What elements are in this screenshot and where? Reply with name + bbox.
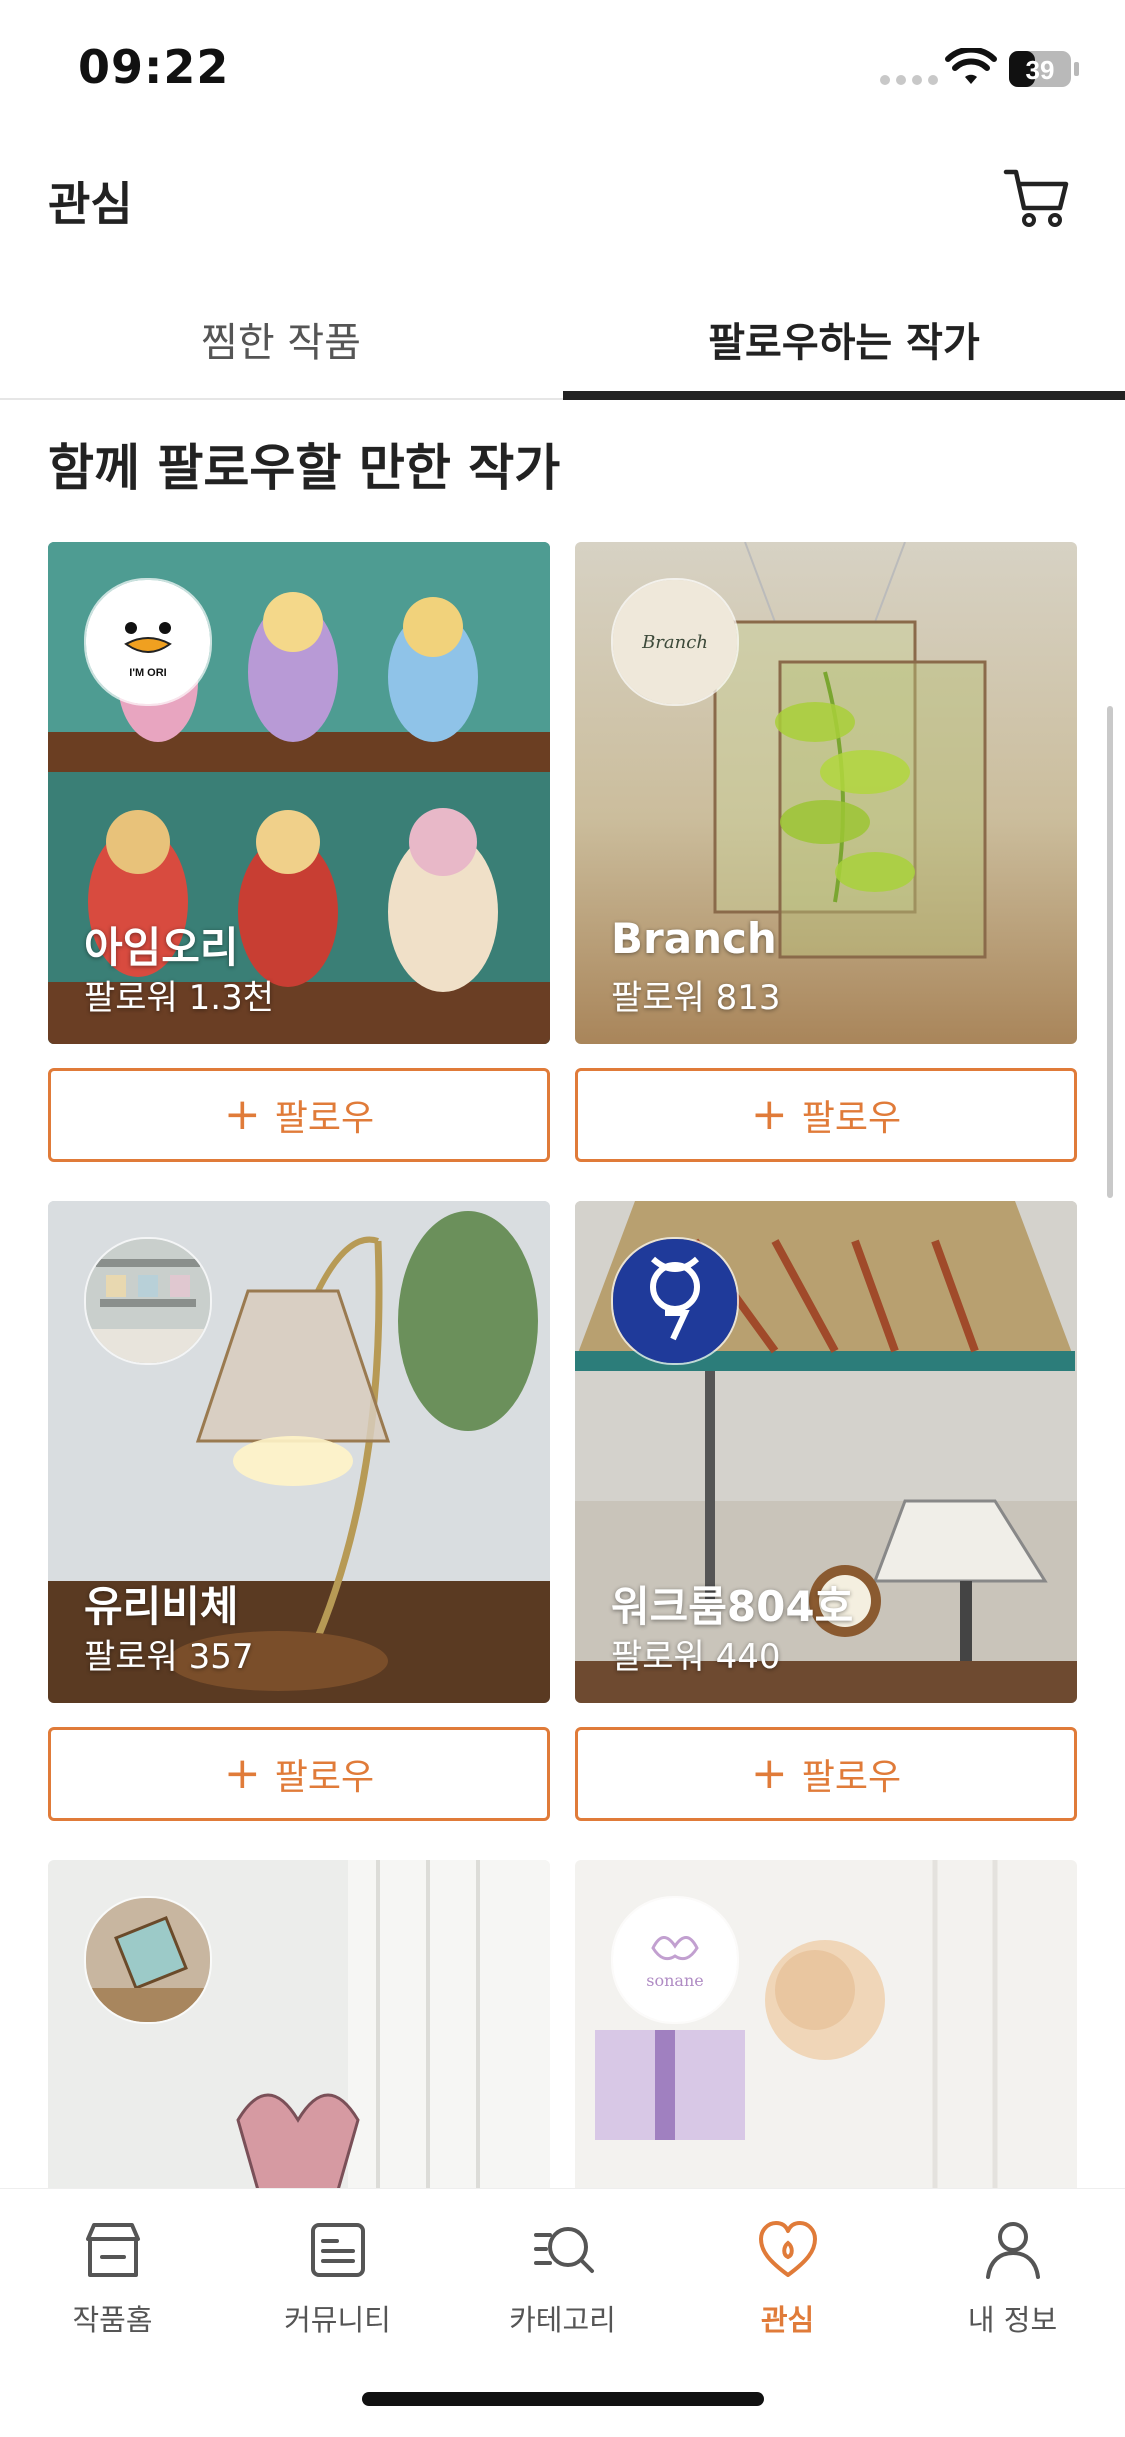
- branch-logo: Branch: [613, 580, 737, 704]
- scroll-bar[interactable]: [1107, 706, 1113, 1198]
- artist-avatar: I'M ORI: [84, 578, 212, 706]
- glass-lamp-avatar-photo: [86, 1898, 210, 2022]
- header: 관심: [0, 140, 1125, 260]
- artist-followers: 팔로워 1.3천: [84, 978, 274, 1018]
- plus-icon: +: [750, 1748, 788, 1799]
- tabbar-item-my-info[interactable]: 내 정보: [900, 2217, 1125, 2357]
- follow-label: 팔로우: [801, 1098, 902, 1139]
- page-title: 관심: [48, 177, 133, 231]
- artist-name: 유리비체: [84, 1582, 239, 1631]
- artist-name: Branch: [611, 914, 777, 963]
- svg-text:sonane: sonane: [646, 1971, 703, 1990]
- tabbar-item-home[interactable]: 작품홈: [0, 2217, 225, 2357]
- tabbar-label: 관심: [760, 2303, 815, 2337]
- artist-image[interactable]: I'M ORI 아임오리 팔로워 1.3천: [48, 542, 550, 1044]
- artist-name: 워크룸804호: [611, 1582, 854, 1631]
- person-icon: [985, 2222, 1040, 2279]
- document-icon: [310, 2223, 365, 2277]
- tab-wishlist-items[interactable]: 찜한 작품: [0, 280, 562, 398]
- battery-icon: 39: [1009, 51, 1079, 87]
- wifi-icon: [945, 48, 997, 84]
- artist-card: Branch Branch 팔로워 813 + 팔로우: [575, 542, 1077, 1162]
- battery-level: 39: [1026, 55, 1055, 85]
- workroom-logo: [613, 1239, 737, 1363]
- follow-button[interactable]: + 팔로우: [575, 1068, 1077, 1162]
- category-search-icon: [533, 2227, 594, 2273]
- active-tab-indicator: [563, 391, 1125, 400]
- artist-avatar: sonane: [611, 1896, 739, 2024]
- tabbar-label: 커뮤니티: [284, 2303, 391, 2337]
- status-bar: 09:22 39: [0, 0, 1125, 140]
- artist-card: 유리비체 팔로워 357 + 팔로우: [48, 1201, 550, 1821]
- follow-button[interactable]: + 팔로우: [575, 1727, 1077, 1821]
- tabbar-label: 카테고리: [509, 2303, 616, 2337]
- tabbar-item-community[interactable]: 커뮤니티: [225, 2217, 450, 2357]
- sonane-logo: sonane: [613, 1898, 737, 2022]
- tabbar-item-interest[interactable]: 관심: [675, 2217, 900, 2357]
- cellular-signal-icon: [880, 75, 938, 85]
- artist-card: I'M ORI 아임오리 팔로워 1.3천 + 팔로우: [48, 542, 550, 1162]
- plus-icon: +: [223, 1748, 261, 1799]
- follow-button[interactable]: + 팔로우: [48, 1727, 550, 1821]
- svg-text:Branch: Branch: [641, 632, 708, 653]
- artist-avatar: Branch: [611, 578, 739, 706]
- artist-card: 워크룸804호 팔로워 440 + 팔로우: [575, 1201, 1077, 1821]
- tabbar-item-category[interactable]: 카테고리: [450, 2217, 675, 2357]
- svg-text:I'M ORI: I'M ORI: [129, 667, 166, 679]
- artist-followers: 팔로워 440: [611, 1637, 781, 1677]
- heart-icon: [758, 2221, 817, 2277]
- artist-image[interactable]: Branch Branch 팔로워 813: [575, 542, 1077, 1044]
- follow-label: 팔로우: [801, 1757, 902, 1798]
- follow-label: 팔로우: [274, 1098, 375, 1139]
- status-time: 09:22: [78, 40, 230, 94]
- tabbar-label: 작품홈: [72, 2303, 153, 2337]
- tab-bar-top: 찜한 작품 팔로우하는 작가: [0, 280, 1125, 400]
- plus-icon: +: [223, 1089, 261, 1140]
- store-icon: [85, 2223, 140, 2277]
- tabbar-label: 내 정보: [967, 2303, 1058, 2337]
- plus-icon: +: [750, 1089, 788, 1140]
- artist-avatar: [84, 1237, 212, 1365]
- follow-label: 팔로우: [274, 1757, 375, 1798]
- shop-avatar-photo: [86, 1239, 210, 1363]
- artist-avatar: [611, 1237, 739, 1365]
- artist-avatar: [84, 1896, 212, 2024]
- section-title: 함께 팔로우할 만한 작가: [48, 439, 561, 497]
- tab-following-artists[interactable]: 팔로우하는 작가: [563, 280, 1125, 398]
- artist-name: 아임오리: [84, 923, 239, 972]
- duck-logo: I'M ORI: [86, 580, 210, 704]
- artist-image[interactable]: 워크룸804호 팔로워 440: [575, 1201, 1077, 1703]
- artist-followers: 팔로워 813: [611, 978, 781, 1018]
- home-indicator: [362, 2392, 764, 2406]
- cart-icon[interactable]: [1002, 162, 1074, 234]
- artist-image[interactable]: 유리비체 팔로워 357: [48, 1201, 550, 1703]
- artist-followers: 팔로워 357: [84, 1637, 254, 1677]
- follow-button[interactable]: + 팔로우: [48, 1068, 550, 1162]
